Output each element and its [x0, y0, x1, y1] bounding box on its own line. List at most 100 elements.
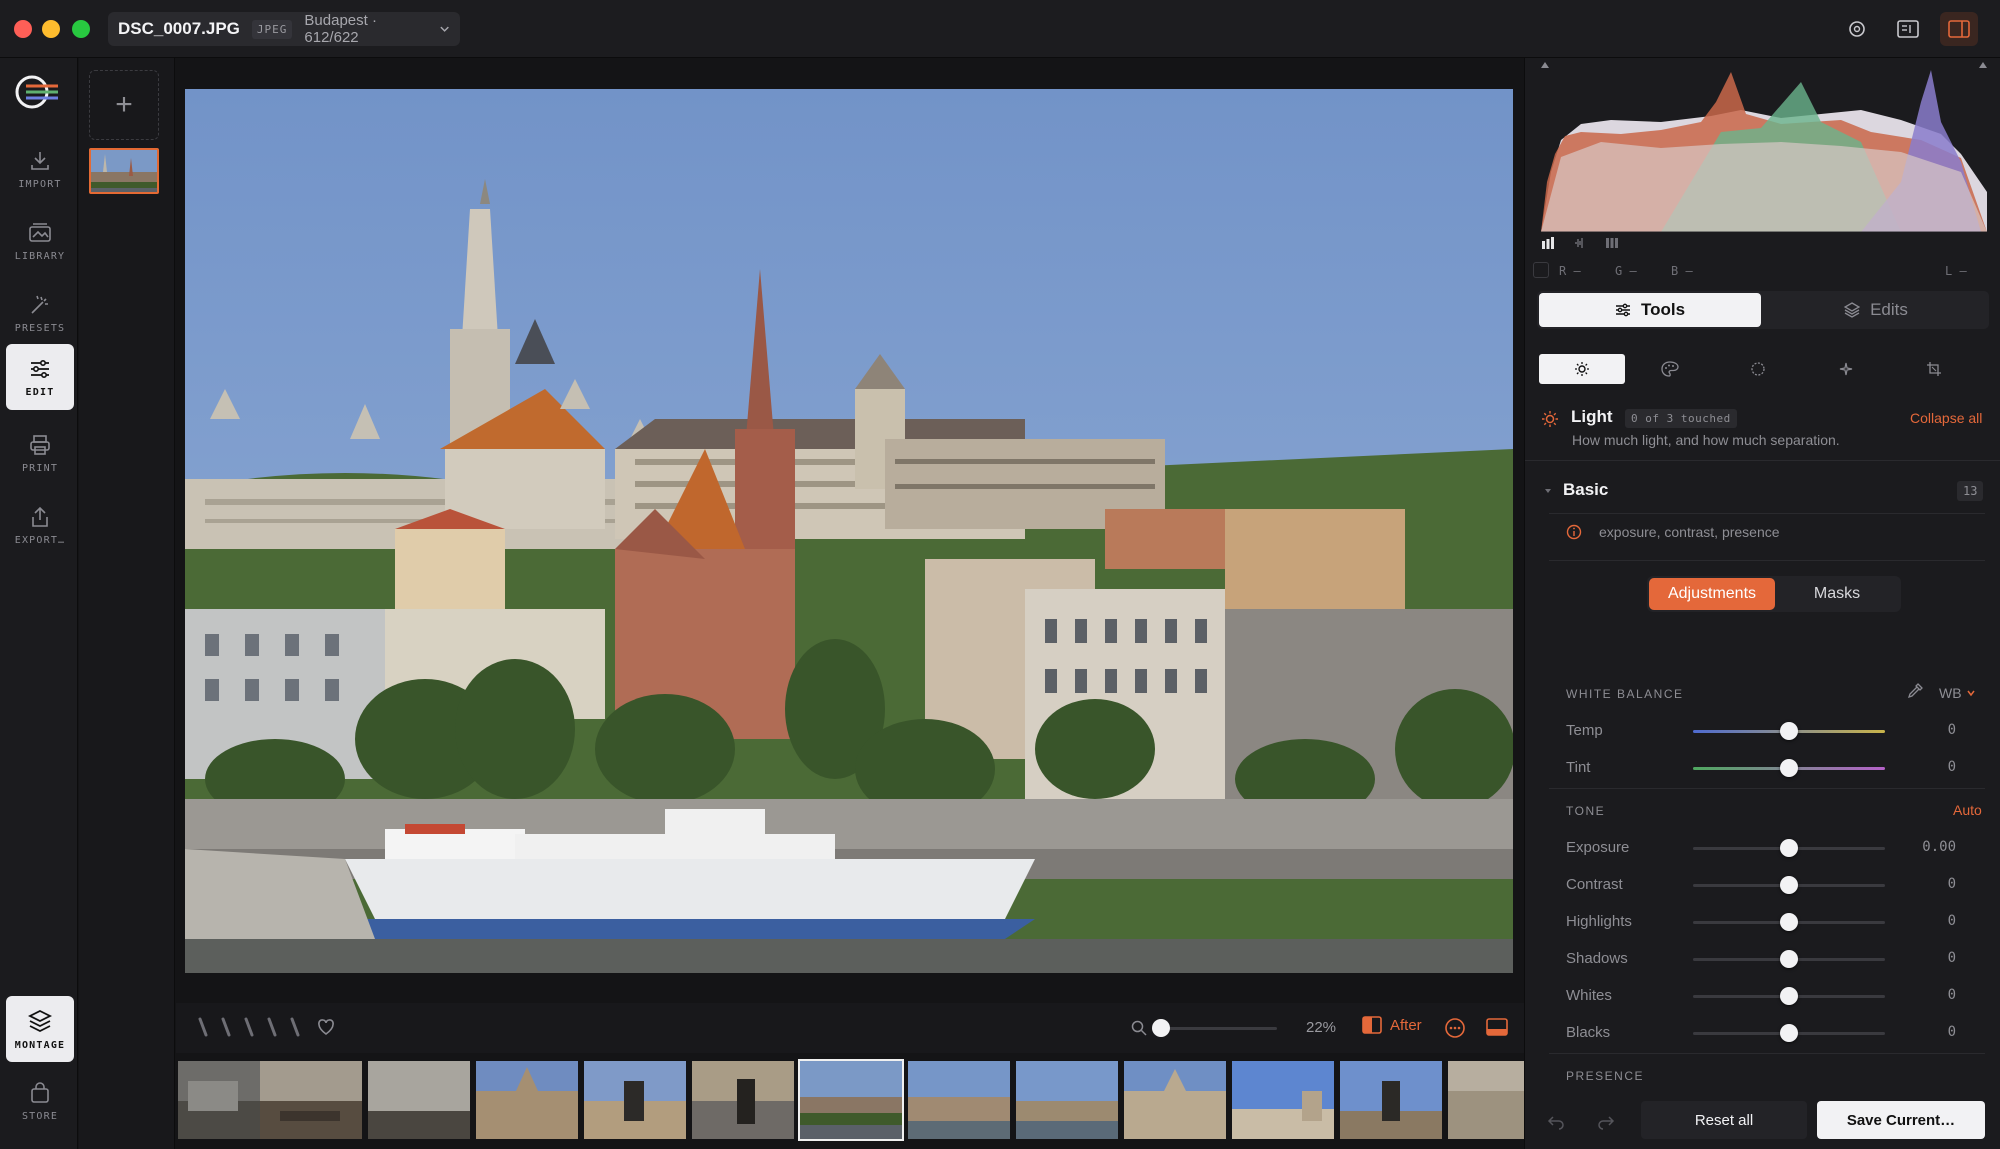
histogram-parade-icon[interactable] — [1605, 236, 1619, 250]
rail-item-edit[interactable]: EDIT — [6, 344, 74, 410]
slider-shadows[interactable]: Shadows 0 — [1566, 944, 1986, 974]
auto-tone-button[interactable]: Auto — [1953, 802, 1982, 818]
slider-thumb[interactable] — [1780, 839, 1798, 857]
clipping-checkbox[interactable] — [1533, 262, 1549, 278]
file-selector[interactable]: DSC_0007.JPG JPEG Budapest · 612/622 — [108, 12, 460, 46]
slider-temp[interactable]: Temp 0 — [1566, 716, 1986, 746]
filmstrip-thumbnail[interactable] — [584, 1061, 686, 1139]
rail-item-export[interactable]: EXPORT… — [6, 492, 74, 558]
slider-value[interactable]: 0 — [1876, 950, 1956, 966]
chevron-down-icon[interactable] — [1543, 486, 1553, 496]
add-photo-button[interactable]: + — [89, 70, 159, 140]
slider-thumb[interactable] — [1780, 722, 1798, 740]
filmstrip-thumbnail[interactable] — [368, 1061, 470, 1139]
rating-mark[interactable] — [288, 1017, 302, 1037]
filmstrip-thumbnail[interactable] — [1448, 1061, 1524, 1139]
filmstrip-thumbnail-selected[interactable] — [798, 1059, 904, 1141]
divider — [1549, 1053, 1985, 1054]
info-panel-button[interactable] — [1889, 12, 1927, 46]
import-icon — [31, 151, 49, 170]
tab-masks[interactable]: Masks — [1775, 578, 1899, 610]
histogram-waveform-icon[interactable] — [1573, 236, 1587, 250]
filmstrip-toggle-icon[interactable] — [1486, 1018, 1508, 1036]
slider-value[interactable]: 0 — [1876, 913, 1956, 929]
category-effects[interactable] — [1715, 354, 1801, 384]
album-location: Budapest · 612/622 — [304, 12, 377, 46]
more-options-icon[interactable] — [1444, 1017, 1466, 1039]
undo-icon[interactable] — [1547, 1113, 1565, 1131]
basic-section-title[interactable]: Basic — [1563, 480, 1608, 500]
slider-value[interactable]: 0.00 — [1876, 839, 1956, 855]
main-photo[interactable] — [185, 89, 1513, 973]
slider-whites[interactable]: Whites 0 — [1566, 981, 1986, 1011]
tab-edits-label: Edits — [1870, 300, 1908, 319]
collapse-all-link[interactable]: Collapse all — [1910, 410, 1982, 426]
rail-item-store[interactable]: STORE — [6, 1068, 74, 1134]
slider-value[interactable]: 0 — [1876, 1024, 1956, 1040]
slider-contrast[interactable]: Contrast 0 — [1566, 870, 1986, 900]
rail-item-presets[interactable]: PRESETS — [6, 280, 74, 346]
slider-value[interactable]: 0 — [1876, 876, 1956, 892]
search-button[interactable] — [1838, 12, 1876, 46]
category-light[interactable] — [1539, 354, 1625, 384]
current-photo-thumbnail[interactable] — [89, 148, 159, 194]
histogram-bars-icon[interactable] — [1541, 236, 1555, 250]
tab-edits[interactable]: Edits — [1765, 293, 1987, 327]
zoom-window-button[interactable] — [72, 20, 90, 38]
right-adjustments-panel: R — G — B — L — Tools Edits Light 0 of 3… — [1524, 58, 2000, 1149]
rail-item-import[interactable]: IMPORT — [6, 136, 74, 202]
rail-item-print[interactable]: PRINT — [6, 420, 74, 486]
sun-icon — [1575, 362, 1589, 376]
eyedropper-icon[interactable] — [1907, 683, 1923, 699]
category-crop[interactable] — [1891, 354, 1977, 384]
rail-item-montage[interactable]: MONTAGE — [6, 996, 74, 1062]
filmstrip-thumbnail[interactable] — [1340, 1061, 1442, 1139]
slider-thumb[interactable] — [1780, 987, 1798, 1005]
tab-adjustments[interactable]: Adjustments — [1649, 578, 1775, 610]
slider-value[interactable]: 0 — [1876, 987, 1956, 1003]
rail-item-library[interactable]: LIBRARY — [6, 208, 74, 274]
slider-value[interactable]: 0 — [1876, 759, 1956, 775]
heart-icon[interactable] — [316, 1018, 336, 1036]
zoom-slider-track[interactable] — [1161, 1027, 1277, 1030]
tab-tools[interactable]: Tools — [1539, 293, 1761, 327]
rating-mark[interactable] — [196, 1017, 210, 1037]
slider-blacks[interactable]: Blacks 0 — [1566, 1018, 1986, 1048]
reset-all-button[interactable]: Reset all — [1641, 1101, 1807, 1139]
filmstrip-thumbnail[interactable] — [1016, 1061, 1118, 1139]
zoom-slider-thumb[interactable] — [1152, 1019, 1170, 1037]
redo-icon[interactable] — [1597, 1113, 1615, 1131]
zoom-level: 22% — [1306, 1019, 1337, 1036]
slider-thumb[interactable] — [1780, 759, 1798, 777]
slider-highlights[interactable]: Highlights 0 — [1566, 907, 1986, 937]
filmstrip-thumbnail[interactable] — [908, 1061, 1010, 1139]
rating-mark[interactable] — [242, 1017, 256, 1037]
slider-thumb[interactable] — [1780, 1024, 1798, 1042]
slider-thumb[interactable] — [1780, 876, 1798, 894]
slider-tint[interactable]: Tint 0 — [1566, 753, 1986, 783]
slider-thumb[interactable] — [1780, 950, 1798, 968]
slider-label: Shadows — [1566, 950, 1628, 967]
close-window-button[interactable] — [14, 20, 32, 38]
slider-thumb[interactable] — [1780, 913, 1798, 931]
category-detail[interactable] — [1803, 354, 1889, 384]
rating-mark[interactable] — [219, 1017, 233, 1037]
histogram-mode-switch — [1541, 236, 1619, 250]
filmstrip-thumbnail[interactable] — [1232, 1061, 1334, 1139]
filmstrip-thumbnail[interactable] — [1124, 1061, 1226, 1139]
zoom-icon — [1131, 1020, 1147, 1036]
minimize-window-button[interactable] — [42, 20, 60, 38]
save-current-button[interactable]: Save Current… — [1817, 1101, 1985, 1139]
filmstrip-thumbnail[interactable] — [260, 1061, 362, 1139]
slider-value[interactable]: 0 — [1876, 722, 1956, 738]
rating-mark[interactable] — [265, 1017, 279, 1037]
rail-label: EDIT — [25, 386, 55, 398]
filmstrip-thumbnail[interactable] — [692, 1061, 794, 1139]
rating-marks[interactable] — [196, 1017, 302, 1037]
slider-exposure[interactable]: Exposure 0.00 — [1566, 833, 1986, 863]
filmstrip-thumbnail[interactable] — [476, 1061, 578, 1139]
before-after-toggle[interactable]: After — [1362, 1016, 1422, 1034]
sidebar-toggle-button[interactable] — [1940, 12, 1978, 46]
category-color[interactable] — [1627, 354, 1713, 384]
wb-preset-dropdown[interactable]: WB — [1939, 685, 1976, 701]
